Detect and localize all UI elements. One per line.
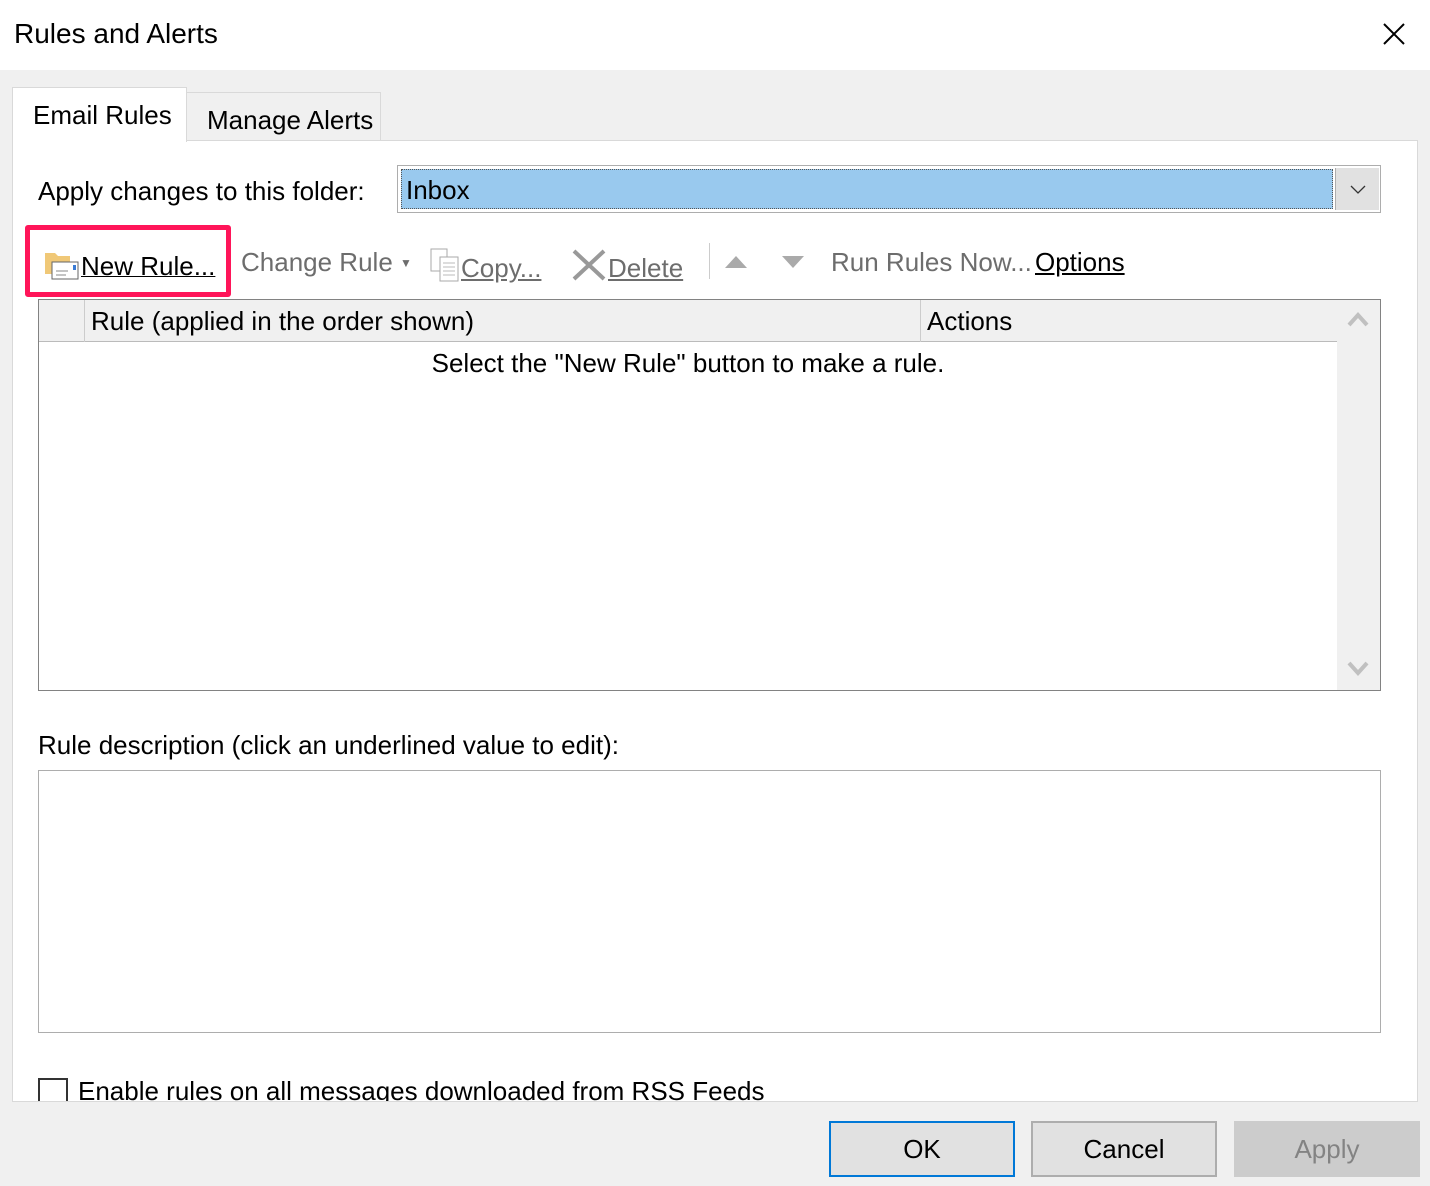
move-down-icon[interactable]	[780, 253, 806, 271]
rules-list[interactable]: Rule (applied in the order shown) Action…	[38, 299, 1381, 691]
close-icon[interactable]	[1378, 18, 1410, 50]
title-bar: Rules and Alerts	[0, 0, 1430, 70]
new-rule-button[interactable]: New Rule...	[43, 247, 215, 282]
change-rule-button[interactable]: Change Rule ▼	[241, 247, 412, 278]
run-rules-now-button[interactable]: Run Rules Now...	[831, 247, 1032, 278]
folder-value: Inbox	[401, 169, 1333, 209]
copy-icon	[430, 248, 459, 282]
folder-label: Apply changes to this folder:	[38, 176, 365, 206]
delete-label: Delete	[608, 253, 684, 283]
rss-checkbox[interactable]	[38, 1078, 68, 1101]
copy-button[interactable]: Copy...	[429, 247, 541, 284]
rss-label: Enable rules on all messages downloaded …	[78, 1076, 765, 1102]
folder-dropdown-button[interactable]	[1335, 168, 1379, 210]
toolbar-divider	[709, 243, 710, 279]
move-up-icon[interactable]	[723, 253, 749, 271]
copy-label: Copy...	[461, 253, 542, 283]
scroll-up-icon[interactable]	[1347, 310, 1369, 328]
empty-list-message: Select the "New Rule" button to make a r…	[431, 348, 945, 378]
email-rules-panel: Apply changes to this folder: Inbox New …	[12, 140, 1418, 1102]
ok-button[interactable]: OK	[829, 1121, 1015, 1177]
new-rule-label: New Rule...	[81, 251, 216, 281]
window-title: Rules and Alerts	[14, 18, 218, 49]
scroll-down-icon[interactable]	[1347, 660, 1369, 678]
options-button[interactable]: Options	[1035, 247, 1125, 278]
chevron-down-icon	[1350, 185, 1366, 194]
cancel-button[interactable]: Cancel	[1031, 1121, 1217, 1177]
rules-list-header: Rule (applied in the order shown) Action…	[39, 300, 1337, 342]
dropdown-arrow-icon: ▼	[400, 256, 412, 270]
rule-description-box	[38, 770, 1381, 1033]
tab-manage-alerts[interactable]: Manage Alerts	[186, 92, 381, 146]
column-rule[interactable]: Rule (applied in the order shown)	[91, 306, 474, 337]
delete-button[interactable]: Delete	[570, 247, 683, 284]
rule-description-label: Rule description (click an underlined va…	[38, 730, 619, 760]
column-actions[interactable]: Actions	[927, 306, 1012, 337]
folder-select[interactable]: Inbox	[397, 165, 1381, 213]
new-rule-icon	[45, 253, 79, 280]
delete-icon	[572, 249, 606, 281]
tab-email-rules[interactable]: Email Rules	[12, 87, 187, 142]
rss-rules-option[interactable]: Enable rules on all messages downloaded …	[38, 1076, 765, 1102]
change-rule-label: Change Rule	[241, 247, 393, 277]
apply-button[interactable]: Apply	[1234, 1121, 1420, 1177]
scrollbar[interactable]	[1337, 300, 1380, 690]
